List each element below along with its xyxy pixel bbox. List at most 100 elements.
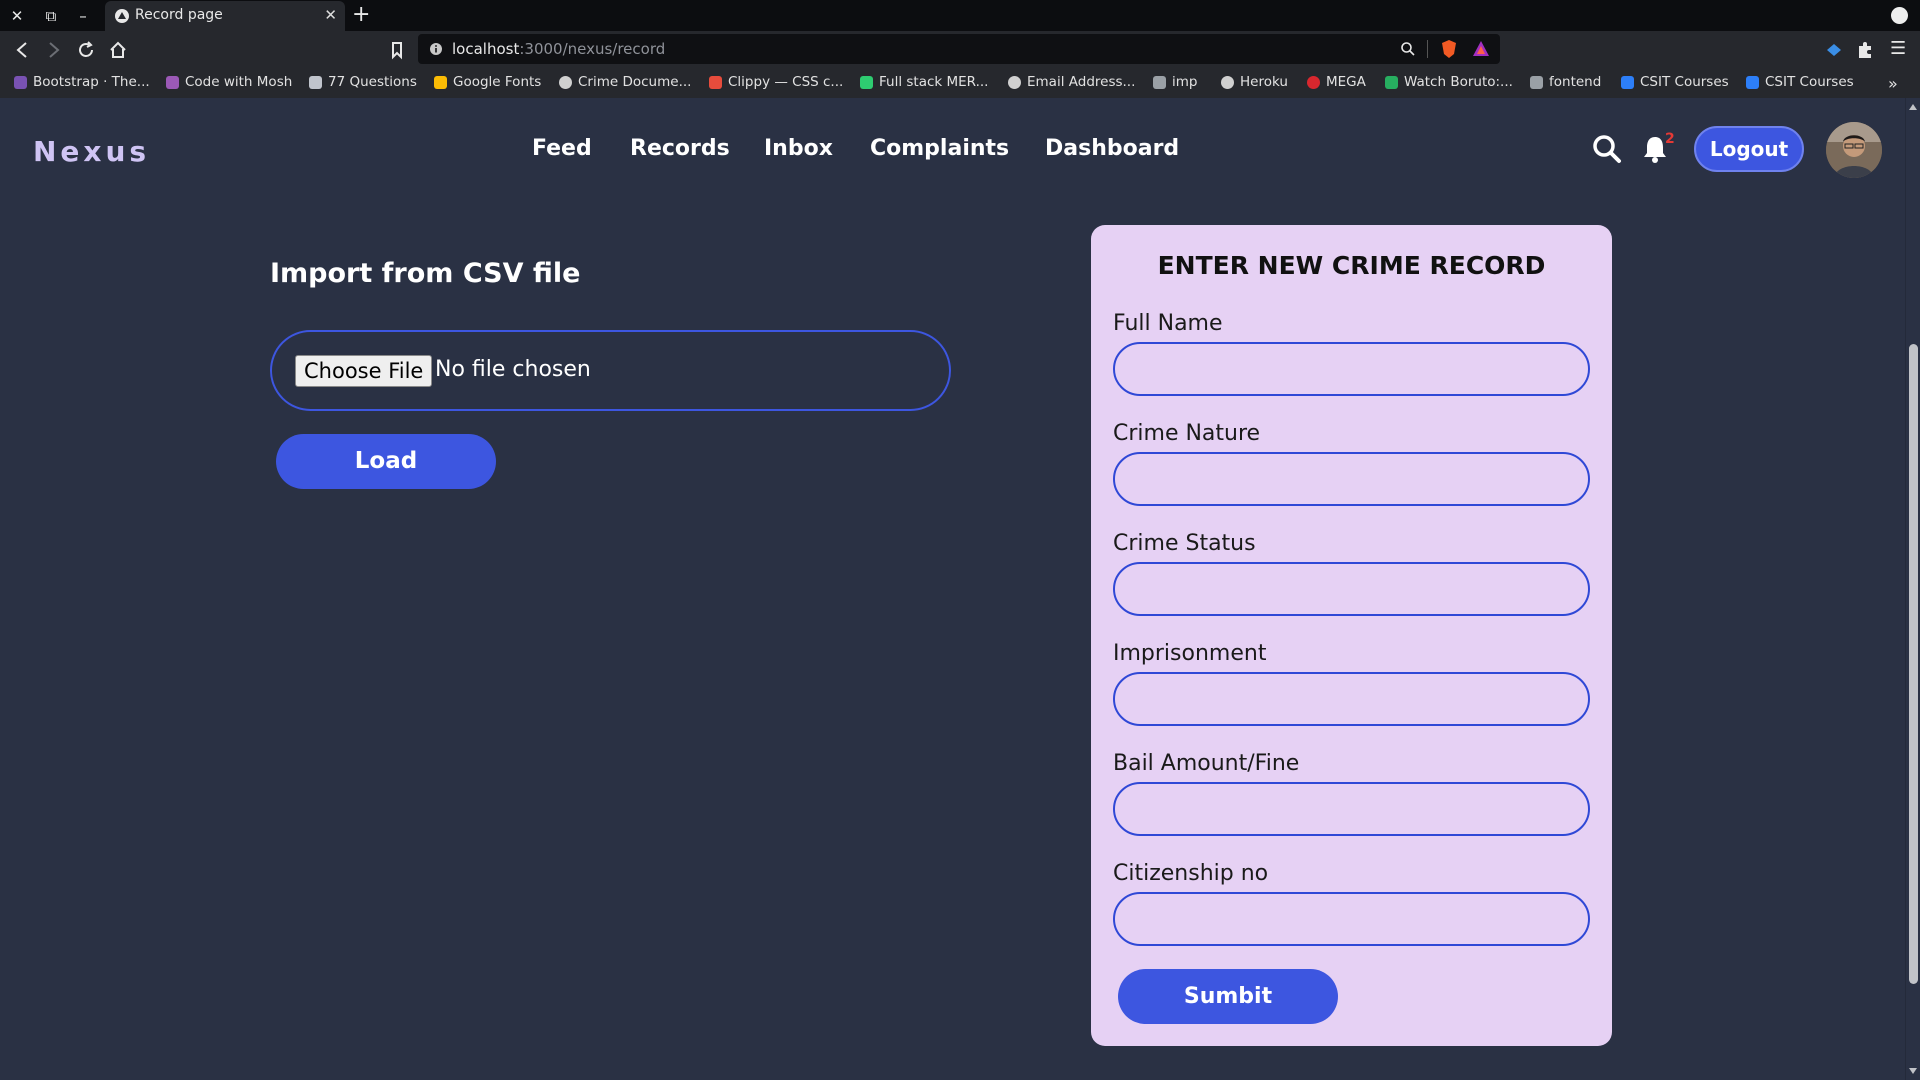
nav-link-complaints[interactable]: Complaints: [870, 136, 1009, 161]
browser-toolbar: localhost:3000/nexus/record ☰: [0, 31, 1920, 68]
scroll-up-icon[interactable]: [1909, 104, 1917, 110]
browser-menu-hamburger-icon[interactable]: ☰: [1890, 38, 1906, 59]
bookmark-favicon-icon: [166, 75, 179, 89]
bookmark-favicon-icon: [14, 75, 27, 89]
new-tab-icon[interactable]: +: [352, 2, 370, 27]
browser-menu-icon[interactable]: [1891, 7, 1908, 24]
file-status-text: No file chosen: [435, 357, 591, 382]
citizenship-no-input[interactable]: [1113, 892, 1590, 946]
full-name-input[interactable]: [1113, 342, 1590, 396]
zoom-icon[interactable]: [1400, 41, 1416, 57]
back-icon[interactable]: [10, 38, 34, 62]
search-icon[interactable]: [1592, 134, 1622, 164]
choose-file-button[interactable]: Choose File: [295, 355, 433, 387]
browser-tab[interactable]: Record page ✕: [105, 1, 345, 31]
bookmark-favicon-icon: [1008, 75, 1021, 89]
bookmark-label: Crime Docume...: [578, 74, 692, 90]
nav-link-records[interactable]: Records: [630, 136, 730, 161]
bookmark-favicon-icon: [1307, 75, 1320, 89]
citizenship-no-label: Citizenship no: [1113, 861, 1269, 886]
bookmark-favicon-icon: [709, 75, 722, 89]
bookmark-item[interactable]: Bootstrap · The...: [14, 74, 150, 90]
bookmark-item[interactable]: Crime Docume...: [559, 74, 691, 90]
bookmark-favicon-icon: [1221, 75, 1234, 89]
form-title: ENTER NEW CRIME RECORD: [1157, 251, 1546, 280]
bookmark-favicon-icon: [309, 75, 322, 89]
crime-record-form: ENTER NEW CRIME RECORD Full Name Crime N…: [1091, 225, 1612, 1046]
crime-nature-input[interactable]: [1113, 452, 1590, 506]
imprisonment-label: Imprisonment: [1113, 641, 1267, 666]
bail-amount-label: Bail Amount/Fine: [1113, 751, 1300, 776]
bookmark-label: 77 Questions: [328, 74, 417, 90]
browser-tab-bar: ✕ ⧉ – Record page ✕ +: [0, 0, 1920, 31]
forward-icon[interactable]: [42, 38, 66, 62]
avatar-image: [1826, 122, 1882, 178]
logout-button[interactable]: Logout: [1694, 126, 1804, 172]
reload-icon[interactable]: [74, 38, 98, 62]
folder-icon: [1530, 75, 1543, 89]
bookmark-item[interactable]: Full stack MER...: [860, 74, 988, 90]
nav-link-feed[interactable]: Feed: [532, 136, 592, 161]
bookmark-item[interactable]: Code with Mosh: [166, 74, 292, 90]
bookmark-favicon-icon: [1621, 75, 1634, 89]
url-path: :3000/nexus/record: [519, 40, 666, 58]
tab-close-icon[interactable]: ✕: [324, 6, 337, 24]
close-window-icon[interactable]: ✕: [6, 5, 28, 27]
bookmark-item[interactable]: Watch Boruto:...: [1385, 74, 1513, 90]
bookmark-item[interactable]: MEGA: [1307, 74, 1366, 90]
bookmark-label: Bootstrap · The...: [33, 74, 150, 90]
bookmark-page-icon[interactable]: [385, 38, 409, 62]
bookmark-item[interactable]: Heroku: [1221, 74, 1288, 90]
bookmark-favicon-icon: [559, 75, 572, 89]
submit-button[interactable]: Sumbit: [1118, 969, 1338, 1024]
bookmark-item[interactable]: 77 Questions: [309, 74, 417, 90]
extensions-puzzle-icon[interactable]: [1855, 40, 1875, 60]
bookmark-item[interactable]: fontend: [1530, 74, 1601, 90]
site-info-icon[interactable]: [429, 42, 443, 56]
bail-amount-input[interactable]: [1113, 782, 1590, 836]
bookmark-favicon-icon: [434, 75, 447, 89]
app-navbar: Nexus Feed Records Inbox Complaints Dash…: [0, 98, 1905, 202]
nav-link-dashboard[interactable]: Dashboard: [1045, 136, 1179, 161]
load-button[interactable]: Load: [276, 434, 496, 489]
bookmarks-overflow-icon[interactable]: »: [1888, 74, 1898, 93]
folder-icon: [1153, 75, 1166, 89]
brave-rewards-icon[interactable]: [1472, 40, 1490, 58]
bookmark-favicon-icon: [1746, 75, 1759, 89]
url-divider: [1427, 40, 1428, 58]
restore-window-icon[interactable]: ⧉: [40, 5, 62, 27]
full-name-label: Full Name: [1113, 311, 1223, 336]
bookmark-item[interactable]: CSIT Courses: [1621, 74, 1729, 90]
tab-title: Record page: [135, 7, 223, 23]
bookmark-favicon-icon: [860, 75, 873, 89]
bookmark-label: Email Address...: [1027, 74, 1136, 90]
bookmark-label: Full stack MER...: [879, 74, 989, 90]
url-text: localhost:3000/nexus/record: [452, 40, 665, 58]
notification-badge: 2: [1665, 131, 1675, 147]
bookmarks-bar: Bootstrap · The... Code with Mosh 77 Que…: [0, 68, 1920, 98]
bookmark-label: Watch Boruto:...: [1404, 74, 1513, 90]
csv-file-input[interactable]: Choose File No file chosen: [270, 330, 951, 411]
scroll-down-icon[interactable]: [1909, 1068, 1917, 1074]
bookmark-label: MEGA: [1326, 74, 1366, 90]
avatar[interactable]: [1826, 122, 1882, 178]
bookmark-item[interactable]: imp: [1153, 74, 1197, 90]
url-host: localhost: [452, 40, 520, 58]
imprisonment-input[interactable]: [1113, 672, 1590, 726]
bookmark-item[interactable]: Google Fonts: [434, 74, 541, 90]
home-icon[interactable]: [106, 38, 130, 62]
nav-link-inbox[interactable]: Inbox: [764, 136, 833, 161]
address-bar[interactable]: localhost:3000/nexus/record: [418, 34, 1500, 64]
bookmark-item[interactable]: Email Address...: [1008, 74, 1135, 90]
crime-status-input[interactable]: [1113, 562, 1590, 616]
extension-icon[interactable]: [1824, 40, 1844, 60]
bookmark-item[interactable]: CSIT Courses: [1746, 74, 1854, 90]
bookmark-label: Code with Mosh: [185, 74, 293, 90]
bookmark-label: CSIT Courses: [1640, 74, 1729, 90]
page-scrollbar[interactable]: [1905, 98, 1920, 1080]
brave-shields-icon[interactable]: [1440, 39, 1458, 59]
minimize-window-icon[interactable]: –: [72, 5, 94, 27]
bookmark-item[interactable]: Clippy — CSS c...: [709, 74, 843, 90]
scrollbar-thumb[interactable]: [1909, 344, 1918, 984]
brand-logo[interactable]: Nexus: [33, 135, 150, 168]
